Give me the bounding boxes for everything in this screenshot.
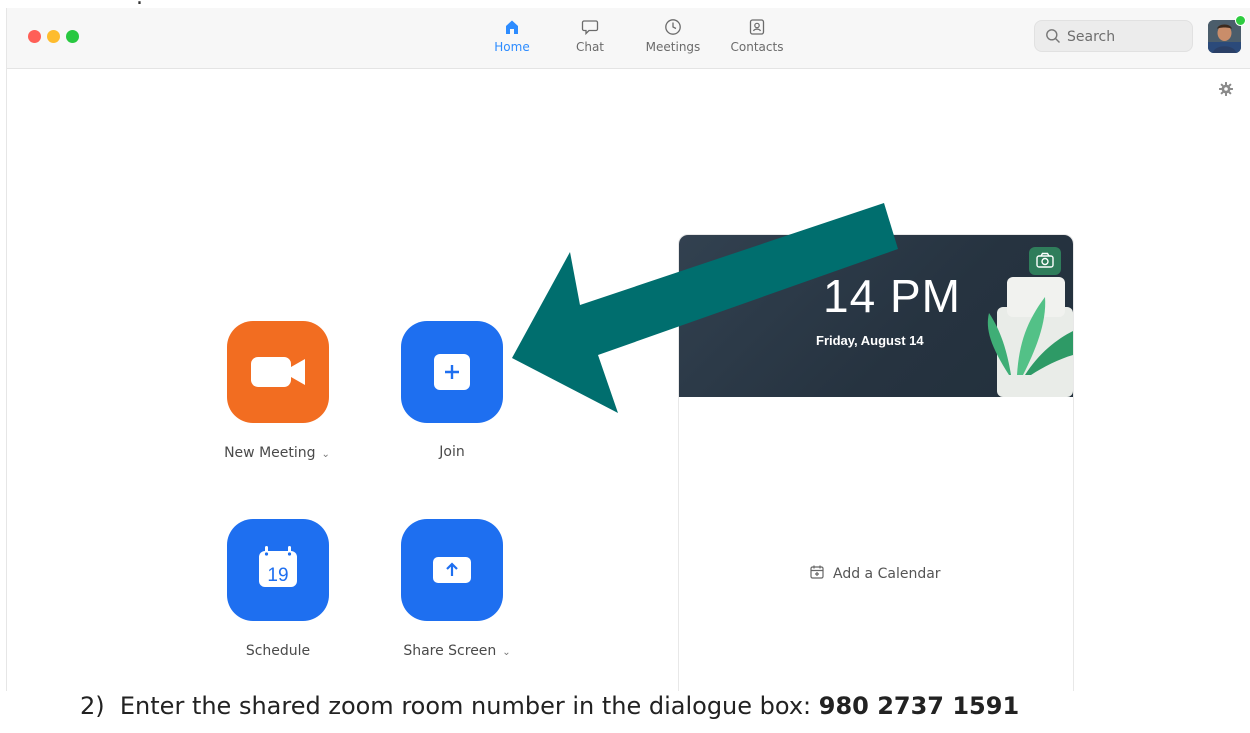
tab-meetings[interactable]: Meetings (633, 18, 713, 54)
plus-icon (434, 354, 470, 390)
top-clipped-text: . (0, 0, 1250, 8)
zoom-window: Home Chat Meetings Contacts Search New M… (6, 8, 1250, 691)
tab-contacts-label: Contacts (730, 40, 784, 54)
new-meeting-label-row[interactable]: New Meeting ⌄ (197, 445, 357, 461)
zoom-window-button[interactable] (66, 30, 79, 43)
chevron-down-icon[interactable]: ⌄ (502, 647, 510, 658)
avatar[interactable] (1208, 20, 1241, 53)
contact-card-icon (749, 19, 765, 35)
add-calendar-link[interactable]: Add a Calendar (809, 564, 1009, 582)
clock-banner: 14 PM Friday, August 14 (679, 235, 1073, 397)
search-input[interactable] (1065, 26, 1187, 48)
close-window-button[interactable] (28, 30, 41, 43)
tab-home[interactable]: Home (472, 18, 552, 54)
tab-chat-label: Chat (575, 40, 605, 54)
tab-home-label: Home (494, 40, 530, 54)
profile-photo (1208, 20, 1241, 53)
join-label: Join (439, 444, 465, 460)
clock-icon (665, 19, 681, 35)
tab-meetings-label: Meetings (645, 40, 701, 54)
calendar-icon: 19 (259, 546, 297, 587)
schedule-button[interactable]: 19 (227, 519, 329, 621)
instruction-prefix: 2) Enter the shared zoom room number in … (80, 692, 819, 720)
new-meeting-label: New Meeting (224, 445, 316, 461)
chat-bubble-icon (581, 20, 599, 36)
room-number: 980 2737 1591 (818, 692, 1020, 720)
calendar-add-icon (810, 565, 824, 579)
join-button[interactable] (401, 321, 503, 423)
home-icon (506, 20, 518, 34)
upcoming-meetings-card: 14 PM Friday, August 14 Add a Calendar (678, 234, 1074, 691)
share-screen-label-row[interactable]: Share Screen ⌄ (377, 643, 537, 659)
share-screen-label: Share Screen (403, 643, 497, 659)
instruction-text: 2) Enter the shared zoom room number in … (80, 692, 1250, 732)
presence-status-dot (1235, 15, 1246, 26)
calendar-day-number: 19 (267, 565, 288, 586)
current-time: 14 PM (823, 270, 961, 322)
camera-icon (1036, 252, 1054, 268)
schedule-label: Schedule (245, 643, 311, 659)
share-screen-button[interactable] (401, 519, 503, 621)
video-camera-icon (251, 357, 305, 387)
title-bar: Home Chat Meetings Contacts (7, 8, 1250, 69)
search-icon (1046, 29, 1060, 43)
change-background-button[interactable] (1029, 247, 1061, 275)
tab-contacts[interactable]: Contacts (717, 18, 797, 54)
chevron-down-icon[interactable]: ⌄ (322, 449, 330, 460)
search-box[interactable] (1034, 20, 1193, 52)
add-calendar-label: Add a Calendar (833, 566, 941, 582)
settings-gear-icon[interactable] (1218, 81, 1234, 97)
new-meeting-button[interactable] (227, 321, 329, 423)
minimize-window-button[interactable] (47, 30, 60, 43)
current-date: Friday, August 14 (816, 333, 924, 348)
tab-chat[interactable]: Chat (550, 18, 630, 54)
upload-arrow-icon (433, 557, 471, 583)
